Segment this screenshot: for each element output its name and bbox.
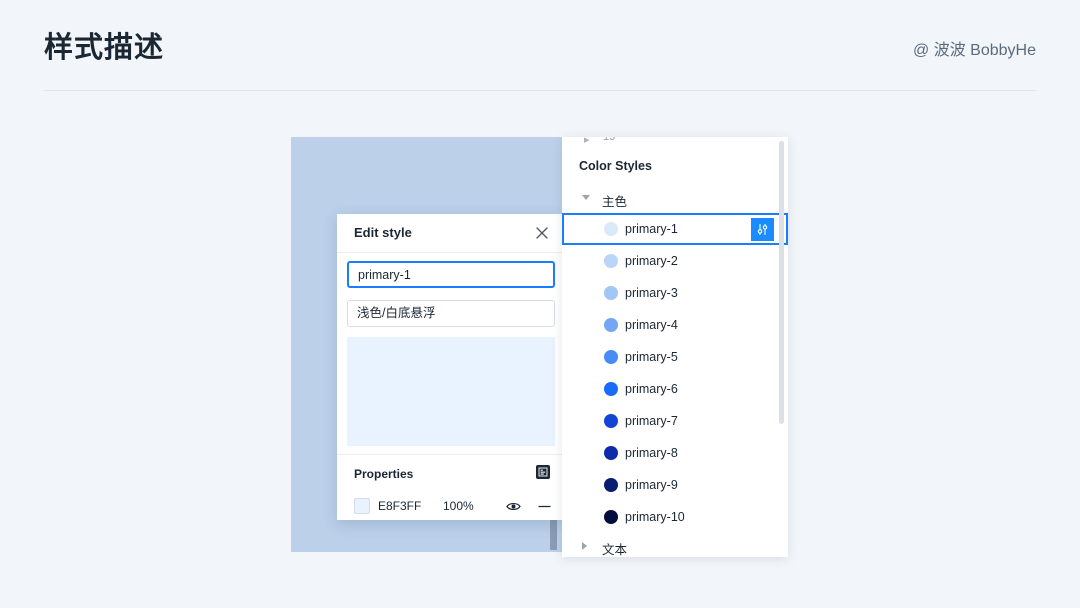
color-styles-panel: ▶ 13 Color Styles 主色 primary-1 primary-2 — [562, 137, 788, 557]
color-dot — [604, 286, 618, 300]
properties-section: Properties E8F3FF 100% — [337, 454, 564, 520]
sliders-icon[interactable] — [751, 218, 774, 241]
color-row-primary-6[interactable]: primary-6 — [562, 373, 788, 405]
color-row-primary-9[interactable]: primary-9 — [562, 469, 788, 501]
color-row-primary-5[interactable]: primary-5 — [562, 341, 788, 373]
eye-icon[interactable] — [505, 498, 522, 515]
style-description-input[interactable]: 浅色/白底悬浮 — [347, 300, 555, 327]
color-row-primary-1[interactable]: primary-1 — [562, 213, 788, 245]
color-label: primary-10 — [625, 510, 685, 524]
property-row: E8F3FF 100% — [337, 495, 564, 519]
opacity-value[interactable]: 100% — [443, 499, 474, 513]
color-row-primary-7[interactable]: primary-7 — [562, 405, 788, 437]
group-row-primary[interactable]: 主色 — [562, 189, 788, 211]
chevron-right-icon[interactable] — [582, 542, 587, 550]
chevron-right-icon: ▶ — [584, 137, 590, 144]
color-preview-area — [347, 337, 555, 446]
style-name-input[interactable]: primary-1 — [347, 261, 555, 288]
group-row-text[interactable]: 文本 — [562, 537, 788, 557]
page-title: 样式描述 — [44, 32, 165, 64]
color-label: primary-9 — [625, 478, 678, 492]
hex-value[interactable]: E8F3FF — [378, 499, 421, 513]
properties-heading: Properties — [354, 467, 414, 481]
color-dot — [604, 414, 618, 428]
color-dot — [604, 222, 618, 236]
color-dot — [604, 254, 618, 268]
style-apply-icon[interactable] — [536, 465, 550, 479]
color-dot — [604, 510, 618, 524]
minus-icon[interactable] — [536, 498, 553, 515]
group-label: 文本 — [602, 543, 628, 557]
group-label: 主色 — [602, 195, 628, 209]
color-row-primary-2[interactable]: primary-2 — [562, 245, 788, 277]
panel-scrollbar[interactable] — [779, 141, 784, 424]
color-label: primary-1 — [625, 222, 678, 236]
color-label: primary-8 — [625, 446, 678, 460]
color-label: primary-2 — [625, 254, 678, 268]
header-divider — [44, 90, 1036, 91]
color-label: primary-7 — [625, 414, 678, 428]
color-row-primary-10[interactable]: primary-10 — [562, 501, 788, 533]
color-row-primary-3[interactable]: primary-3 — [562, 277, 788, 309]
close-icon[interactable] — [532, 223, 552, 243]
color-label: primary-3 — [625, 286, 678, 300]
clipped-group-row[interactable]: ▶ 13 — [562, 137, 788, 149]
color-label: primary-4 — [625, 318, 678, 332]
color-row-primary-8[interactable]: primary-8 — [562, 437, 788, 469]
color-swatch[interactable] — [354, 498, 370, 514]
color-label: primary-5 — [625, 350, 678, 364]
page-header: 样式描述 @ 波波 BobbyHe — [0, 0, 1080, 93]
color-dot — [604, 478, 618, 492]
edit-style-dialog: Edit style primary-1 浅色/白底悬浮 Properties — [337, 214, 564, 520]
color-dot — [604, 350, 618, 364]
color-label: primary-6 — [625, 382, 678, 396]
chevron-down-icon[interactable] — [582, 195, 590, 200]
screenshot-canvas: Edit style primary-1 浅色/白底悬浮 Properties — [291, 137, 788, 557]
clipped-group-label: 13 — [603, 137, 616, 143]
panel-heading: Color Styles — [579, 159, 652, 173]
author-credit: @ 波波 BobbyHe — [913, 42, 1036, 59]
color-dot — [604, 382, 618, 396]
color-row-primary-4[interactable]: primary-4 — [562, 309, 788, 341]
dialog-title: Edit style — [354, 225, 412, 240]
color-dot — [604, 318, 618, 332]
dialog-header: Edit style — [337, 214, 564, 253]
color-dot — [604, 446, 618, 460]
